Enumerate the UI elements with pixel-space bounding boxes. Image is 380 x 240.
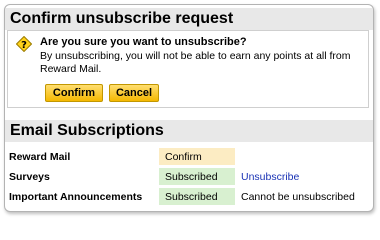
subscription-action-note: Cannot be unsubscribed [241,190,355,203]
cancel-button[interactable]: Cancel [109,84,159,102]
status-badge: Confirm [159,148,235,165]
table-row: Reward Mail Confirm [9,148,355,165]
subscriptions-table: Reward Mail Confirm Surveys Subscribed U… [9,145,355,208]
unsubscribe-panel: Confirm unsubscribe request ? Are you su… [4,4,374,212]
subscription-action [235,148,355,165]
subscription-name: Reward Mail [9,150,71,163]
svg-text:?: ? [21,40,27,51]
confirm-button[interactable]: Confirm [45,84,103,102]
subscriptions-section-title: Email Subscriptions [5,120,373,142]
table-row: Important Announcements Subscribed Canno… [9,188,355,205]
confirm-section-title: Confirm unsubscribe request [5,8,373,30]
subscription-name: Important Announcements [9,190,143,203]
confirm-dialog: ? Are you sure you want to unsubscribe? … [7,30,369,108]
unsubscribe-link[interactable]: Unsubscribe [241,171,299,183]
status-badge: Subscribed [159,188,235,205]
status-badge: Subscribed [159,168,235,185]
confirm-question: Are you sure you want to unsubscribe? [40,36,247,48]
subscription-name: Surveys [9,170,50,183]
table-row: Surveys Subscribed Unsubscribe [9,168,355,185]
confirm-description: By unsubscribing, you will not be able t… [40,50,351,75]
warning-icon: ? [16,36,32,52]
subscription-action: Unsubscribe [235,168,355,185]
